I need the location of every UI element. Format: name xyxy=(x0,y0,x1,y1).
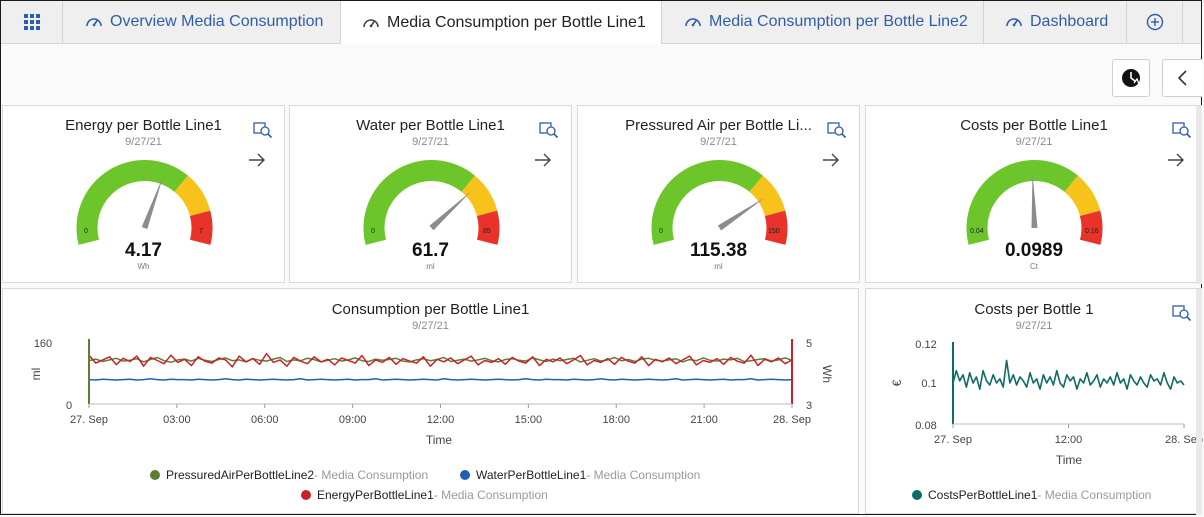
x-tick-label: 09:00 xyxy=(339,414,367,426)
y-tick: 0.08 xyxy=(915,420,936,432)
x-tick-label: 15:00 xyxy=(515,414,543,426)
consumption-line-chart[interactable]: 160 0 5 3 ml Wh 27. Sep 03:00 06:00 09:00 12… xyxy=(3,289,860,515)
gauge-unit: ml xyxy=(426,262,435,271)
gauge-card-energy: Energy per Bottle Line1 9/27/21 0 7 4.17… xyxy=(2,105,285,283)
x-tick-label: 18:00 xyxy=(602,414,630,426)
tab-label: Media Consumption per Bottle Line2 xyxy=(709,13,968,30)
grid-icon xyxy=(23,14,40,30)
legend-source: - Media Consumption xyxy=(433,488,548,502)
x-tick-label: 27. Sep xyxy=(934,434,972,446)
legend-marker xyxy=(912,490,922,500)
x-tick-label: 27. Sep xyxy=(70,414,108,426)
gauge-min-label: 0 xyxy=(371,228,375,235)
chevron-left-icon xyxy=(1177,70,1187,86)
y-left-tick: 160 xyxy=(34,338,52,350)
dashboard-gauge-icon xyxy=(86,18,102,27)
scrollbar[interactable] xyxy=(1196,106,1202,284)
gauge-value: 0.0989 xyxy=(1004,240,1064,261)
gauge-value: 115.38 xyxy=(689,240,748,261)
x-tick-label: 28. Sep xyxy=(773,414,811,426)
tab-overview-media-consumption[interactable]: Overview Media Consumption xyxy=(63,1,341,43)
tab-dashboard[interactable]: Dashboard xyxy=(984,1,1127,43)
x-tick-label: 12:00 xyxy=(1055,434,1083,446)
y-axis-title: € xyxy=(890,379,904,386)
gauge-card-water: Water per Bottle Line1 9/27/21 0 85 61.7… xyxy=(289,105,572,283)
legend-source: - Media Consumption xyxy=(314,468,429,482)
gauge-value: 4.17 xyxy=(125,240,162,261)
gauge-needle xyxy=(141,176,164,230)
gauge-unit: Ct xyxy=(1030,262,1038,271)
legend-series-name: WaterPerBottleLine1 xyxy=(476,468,587,482)
y-right-axis-title: Wh xyxy=(820,365,834,383)
legend-marker xyxy=(460,470,470,480)
tab-label: Dashboard xyxy=(1030,13,1109,30)
legend-series-name: CostsPerBottleLine1 xyxy=(928,488,1038,502)
legend-series-name: EnergyPerBottleLine1 xyxy=(317,488,434,502)
gauge-zone xyxy=(76,159,188,245)
y-right-tick: 5 xyxy=(806,338,812,350)
gauge-card-pressured-air: Pressured Air per Bottle Li... 9/27/21 0… xyxy=(577,105,860,283)
y-tick: 0.12 xyxy=(915,339,936,351)
legend-item[interactable]: CostsPerBottleLine1 - Media Consumption xyxy=(912,488,1151,502)
legend-marker xyxy=(301,490,311,500)
tab-label: Overview Media Consumption xyxy=(110,13,324,30)
series-line xyxy=(952,359,1185,390)
y-tick: 0.1 xyxy=(921,378,936,390)
legend-item[interactable]: PressuredAirPerBottleLine2 - Media Consu… xyxy=(150,468,428,482)
plus-circle-icon xyxy=(1146,13,1163,31)
legend-source: - Media Consumption xyxy=(586,468,701,482)
add-tab-button[interactable] xyxy=(1127,1,1183,43)
gauge-min-label: 0.04 xyxy=(970,228,984,235)
y-left-tick: 0 xyxy=(66,400,72,412)
y-left-axis-title: ml xyxy=(29,368,43,381)
time-range-button[interactable] xyxy=(1112,59,1150,97)
gauge-max-label: 150 xyxy=(768,228,780,235)
dashboard-gauge-icon xyxy=(1006,18,1022,27)
legend-series-name: PressuredAirPerBottleLine2 xyxy=(166,468,315,482)
gauge-zone xyxy=(651,159,763,245)
legend-item[interactable]: WaterPerBottleLine1 - Media Consumption xyxy=(460,468,700,482)
gauge-min-label: 0 xyxy=(659,228,663,235)
gauge-needle xyxy=(717,197,766,231)
dashboard-gauge-icon xyxy=(363,18,379,27)
gauge-max-label: 7 xyxy=(199,228,203,235)
y-right-tick: 3 xyxy=(806,400,812,412)
gauge-min-label: 0 xyxy=(84,228,88,235)
tab-media-consumption-line2[interactable]: Media Consumption per Bottle Line2 xyxy=(662,1,984,43)
costs-line-chart[interactable]: 0.12 0.1 0.08 € 27. Sep 12:00 28. Sep Time xyxy=(866,289,1203,515)
legend-item[interactable]: EnergyPerBottleLine1 - Media Consumption xyxy=(301,488,548,502)
x-axis-title: Time xyxy=(426,433,453,447)
gauge-needle xyxy=(429,190,472,231)
x-axis-title: Time xyxy=(1056,453,1083,467)
tab-bar: Overview Media Consumption Media Consump… xyxy=(1,1,1201,44)
gauge-max-label: 85 xyxy=(483,228,491,235)
gauge-unit: ml xyxy=(714,262,723,271)
costs-chart-card: Costs per Bottle 1 9/27/21 0.12 0.1 0.08… xyxy=(865,288,1203,515)
x-tick-label: 06:00 xyxy=(251,414,279,426)
series-line xyxy=(88,378,793,381)
gauge-needle xyxy=(1031,173,1038,229)
dashboard-gauge-icon xyxy=(685,18,701,27)
x-tick-label: 12:00 xyxy=(427,414,455,426)
time-icon xyxy=(1122,69,1140,87)
gauge-max-label: 0.16 xyxy=(1085,228,1099,235)
collapse-panel-button[interactable] xyxy=(1162,59,1202,97)
gauge-unit: Wh xyxy=(137,262,150,271)
x-tick-label: 21:00 xyxy=(690,414,718,426)
app-grid-button[interactable] xyxy=(1,1,63,43)
legend-marker xyxy=(150,470,160,480)
tab-label: Media Consumption per Bottle Line1 xyxy=(387,13,646,31)
consumption-chart-card: Consumption per Bottle Line1 9/27/21 160… xyxy=(2,288,859,514)
x-tick-label: 03:00 xyxy=(163,414,191,426)
legend-source: - Media Consumption xyxy=(1037,488,1152,502)
tab-media-consumption-line1[interactable]: Media Consumption per Bottle Line1 xyxy=(341,1,662,44)
gauge-card-costs: Costs per Bottle Line1 9/27/21 0.04 0.16… xyxy=(865,105,1202,284)
gauge-value: 61.7 xyxy=(412,240,449,261)
scrollbar[interactable] xyxy=(1196,289,1202,515)
